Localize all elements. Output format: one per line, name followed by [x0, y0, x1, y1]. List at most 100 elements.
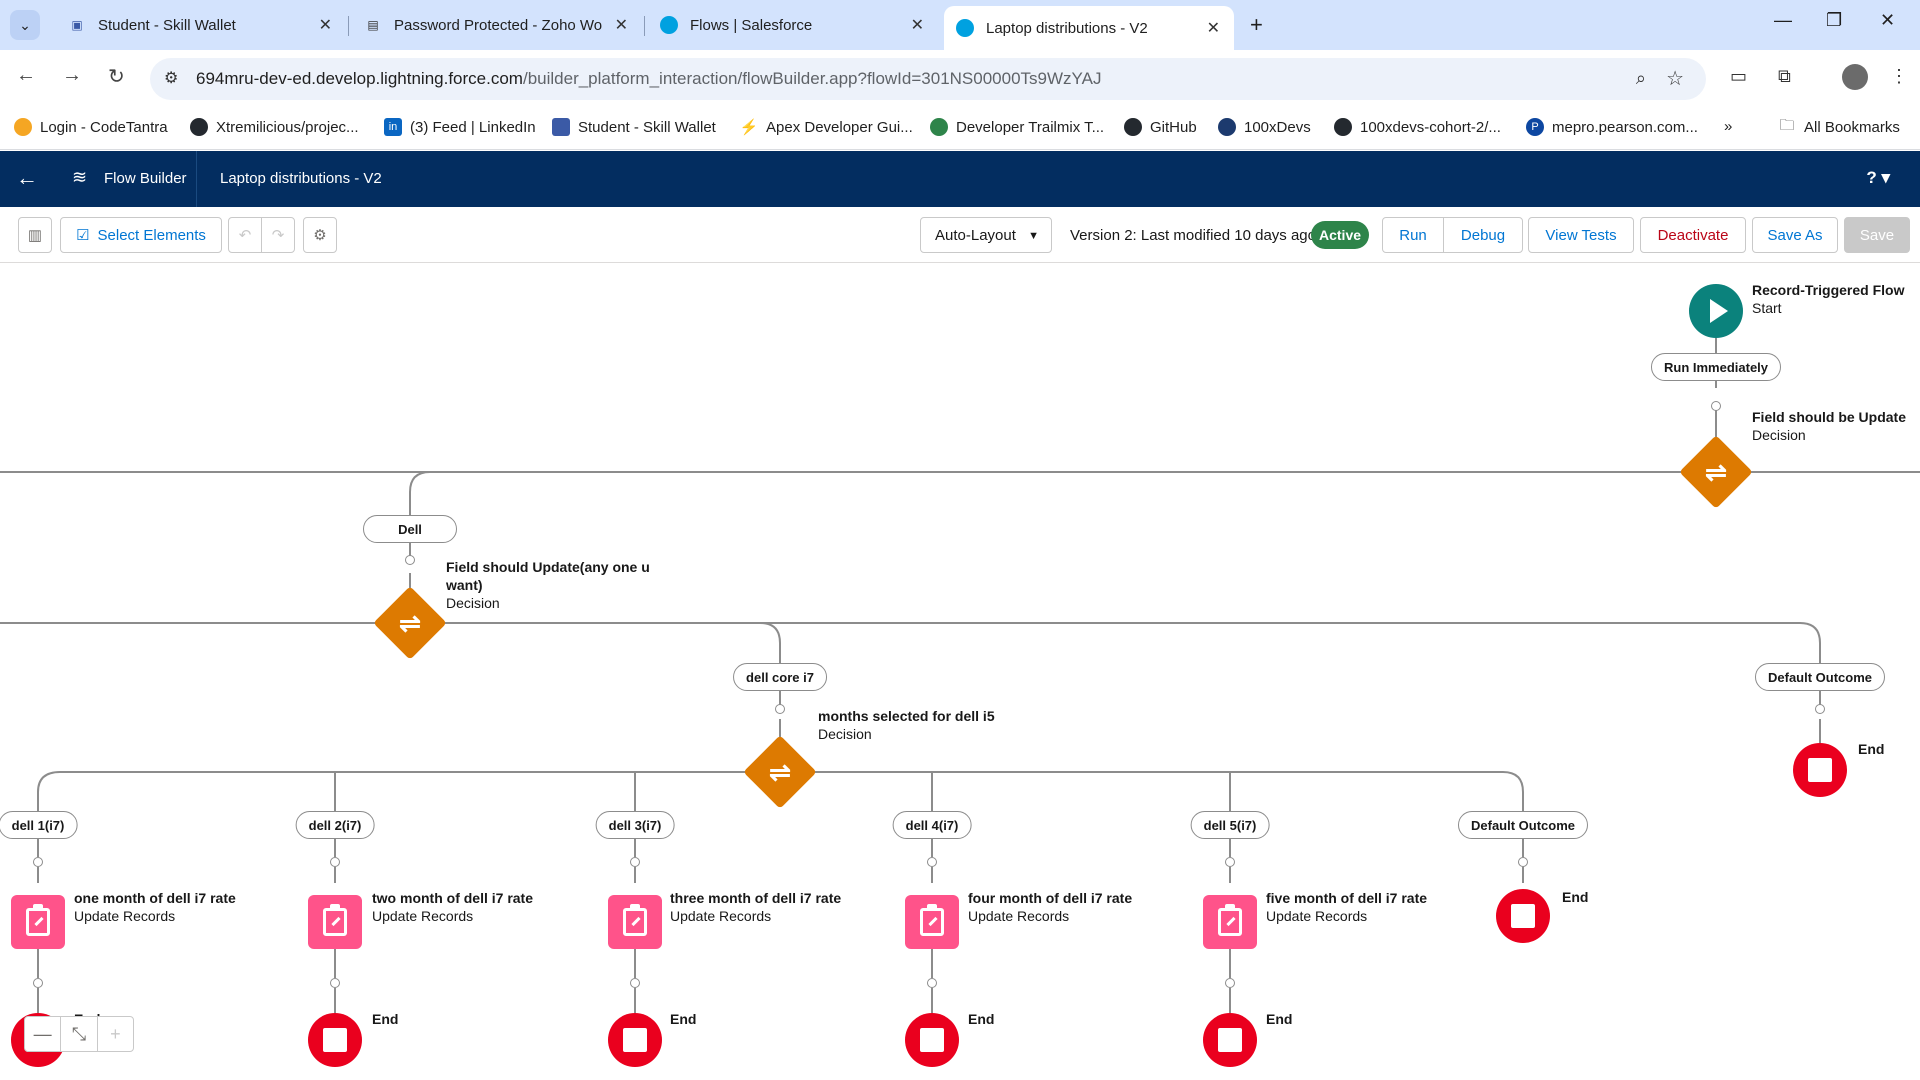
save-button[interactable]: Save: [1844, 217, 1910, 253]
outcome-pill-dell-2[interactable]: dell 2(i7): [295, 811, 375, 839]
update-records-node[interactable]: [11, 895, 65, 949]
connector-dot[interactable]: [1225, 857, 1235, 867]
start-node[interactable]: [1689, 284, 1743, 338]
tab-flows-salesforce[interactable]: Flows | Salesforce ✕: [648, 6, 938, 44]
tab-title: Flows | Salesforce: [690, 16, 813, 34]
update-records-node[interactable]: [1203, 895, 1257, 949]
connector-dot[interactable]: [330, 857, 340, 867]
outcome-pill-dell-3[interactable]: dell 3(i7): [595, 811, 675, 839]
new-tab-button[interactable]: +: [1250, 12, 1263, 38]
bookmark-item[interactable]: Student - Skill Wallet: [552, 118, 716, 136]
tab-search-button[interactable]: ⌄: [10, 10, 40, 40]
address-bar[interactable]: ⚙ 694mru-dev-ed.develop.lightning.force.…: [150, 58, 1706, 100]
connector-dot[interactable]: [1815, 704, 1825, 714]
redo-button[interactable]: ↷: [261, 217, 295, 253]
menu-icon[interactable]: ⋮: [1890, 66, 1908, 87]
github-icon: [190, 118, 208, 136]
decision-node-months-selected[interactable]: ⇌: [743, 735, 817, 809]
restore-icon[interactable]: ❐: [1826, 10, 1842, 31]
bookmark-item[interactable]: 100xDevs: [1218, 118, 1311, 136]
connector-dot[interactable]: [630, 857, 640, 867]
end-node[interactable]: [1496, 889, 1550, 943]
zoom-out-button[interactable]: —: [25, 1017, 62, 1051]
close-icon[interactable]: ✕: [1207, 18, 1220, 38]
outcome-pill-default[interactable]: Default Outcome: [1754, 663, 1886, 691]
debug-button[interactable]: Debug: [1443, 217, 1523, 253]
undo-button[interactable]: ↶: [228, 217, 262, 253]
bookmark-item[interactable]: 100xdevs-cohort-2/...: [1334, 118, 1501, 136]
help-menu-button[interactable]: ? ▾: [1866, 168, 1890, 188]
connector-dot[interactable]: [927, 857, 937, 867]
connector-dot[interactable]: [630, 978, 640, 988]
flow-canvas[interactable]: Record-Triggered Flow Start Run Immediat…: [0, 263, 1920, 1080]
connector-dot[interactable]: [33, 857, 43, 867]
bookmark-item[interactable]: Developer Trailmix T...: [930, 118, 1104, 136]
profile-avatar[interactable]: [1842, 64, 1868, 90]
run-immediately-pill[interactable]: Run Immediately: [1650, 353, 1782, 381]
zoom-in-button[interactable]: +: [98, 1017, 133, 1051]
toggle-panel-button[interactable]: ▥: [18, 217, 52, 253]
zoom-icon[interactable]: ⌕: [1636, 68, 1646, 89]
fit-to-view-button[interactable]: ⤡: [61, 1017, 98, 1051]
save-as-button[interactable]: Save As: [1752, 217, 1838, 253]
decision1-label: Field should be Update Decision: [1752, 408, 1906, 444]
more-bookmarks-button[interactable]: »: [1724, 118, 1732, 135]
tab-laptop-distributions[interactable]: Laptop distributions - V2 ✕: [944, 6, 1234, 50]
settings-button[interactable]: ⚙: [303, 217, 337, 253]
outcome-pill-dell-1[interactable]: dell 1(i7): [0, 811, 78, 839]
site-info-icon[interactable]: ⚙: [164, 68, 178, 88]
deactivate-button[interactable]: Deactivate: [1640, 217, 1746, 253]
layout-select[interactable]: Auto-Layout ▼: [920, 217, 1052, 253]
bookmark-item[interactable]: in (3) Feed | LinkedIn: [384, 118, 536, 136]
end-node[interactable]: [905, 1013, 959, 1067]
back-icon[interactable]: ←: [16, 64, 36, 87]
connector-dot[interactable]: [33, 978, 43, 988]
end-node[interactable]: [1203, 1013, 1257, 1067]
update-records-node[interactable]: [308, 895, 362, 949]
all-bookmarks-button[interactable]: 🗀 All Bookmarks: [1778, 117, 1900, 136]
decision-node-field-should-be-update[interactable]: ⇌: [1679, 435, 1753, 509]
connector-dot[interactable]: [1711, 401, 1721, 411]
tab-zoho[interactable]: ▤ Password Protected - Zoho Wo ✕: [352, 6, 642, 44]
close-icon[interactable]: ✕: [319, 15, 332, 35]
back-arrow-icon[interactable]: ←: [16, 165, 38, 191]
outcome-pill-dell-core-i7[interactable]: dell core i7: [733, 663, 827, 691]
update-records-node[interactable]: [608, 895, 662, 949]
end-node[interactable]: [608, 1013, 662, 1067]
outcome-pill-dell[interactable]: Dell: [363, 515, 457, 543]
connector-dot[interactable]: [1225, 978, 1235, 988]
bookmark-star-icon[interactable]: ☆: [1666, 66, 1684, 91]
outcome-pill-dell-5[interactable]: dell 5(i7): [1190, 811, 1270, 839]
decision-icon: ⇌: [769, 756, 791, 787]
tab-skill-wallet[interactable]: ▣ Student - Skill Wallet ✕: [56, 6, 346, 44]
update-records-node[interactable]: [905, 895, 959, 949]
connector-dot[interactable]: [330, 978, 340, 988]
outcome-pill-default[interactable]: Default Outcome: [1457, 811, 1589, 839]
bookmark-item[interactable]: GitHub: [1124, 118, 1197, 136]
close-icon[interactable]: ✕: [911, 15, 924, 35]
end-node[interactable]: [308, 1013, 362, 1067]
extensions-icon[interactable]: ⧉: [1778, 66, 1791, 87]
connector-dot[interactable]: [405, 555, 415, 565]
select-elements-button[interactable]: ☑ Select Elements: [60, 217, 222, 253]
minimize-icon[interactable]: —: [1774, 10, 1792, 31]
close-window-icon[interactable]: ✕: [1880, 10, 1895, 31]
bookmark-item[interactable]: ⚡ Apex Developer Gui...: [740, 118, 913, 136]
cast-icon[interactable]: ▭: [1730, 66, 1747, 87]
run-button[interactable]: Run: [1382, 217, 1444, 253]
reload-icon[interactable]: ↻: [108, 64, 125, 89]
end-node[interactable]: [1793, 743, 1847, 797]
bookmark-item[interactable]: Pmepro.pearson.com...: [1526, 118, 1698, 136]
outcome-pill-dell-4[interactable]: dell 4(i7): [892, 811, 972, 839]
bookmark-item[interactable]: Login - CodeTantra: [14, 118, 168, 136]
connector-dot[interactable]: [927, 978, 937, 988]
connector-dot[interactable]: [775, 704, 785, 714]
forward-icon[interactable]: →: [62, 64, 82, 87]
view-tests-button[interactable]: View Tests: [1528, 217, 1634, 253]
close-icon[interactable]: ✕: [615, 15, 628, 35]
connector-dot[interactable]: [1518, 857, 1528, 867]
update-subtitle: Update Records: [670, 908, 772, 924]
url-host: 694mru-dev-ed.develop.lightning.force.co…: [196, 69, 523, 88]
bookmark-item[interactable]: Xtremilicious/projec...: [190, 118, 359, 136]
decision-node-field-should-update[interactable]: ⇌: [373, 586, 447, 660]
